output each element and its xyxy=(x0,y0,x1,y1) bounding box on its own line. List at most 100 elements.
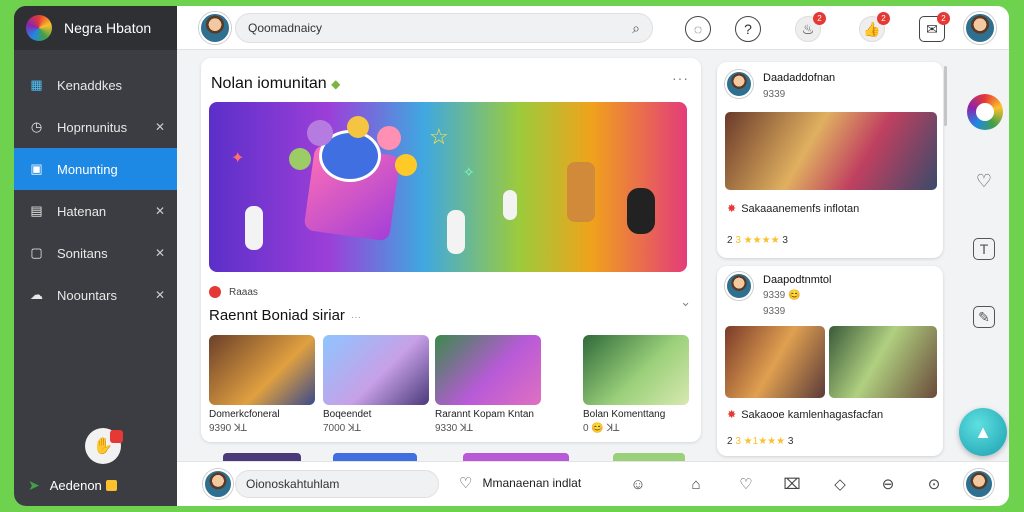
sidebar-item-label: Sonitans xyxy=(57,245,108,261)
notification-badge: 2 xyxy=(813,12,826,25)
thumbnail-image xyxy=(209,335,315,405)
card-meta: 9339 😊 xyxy=(763,290,801,301)
calendar-icon: ▣ xyxy=(30,161,43,176)
sidebar-item-hatenan[interactable]: ▤ Hatenan ✕ xyxy=(14,190,177,232)
thumbnail-item[interactable]: Rarannt Kopam Kntan 9330 ꓘꓕ xyxy=(435,335,541,434)
notification-badge: 2 xyxy=(937,12,950,25)
sidebar-user[interactable]: ➤ Aedenon xyxy=(28,477,117,494)
thumbnail-meta: 0 😊 ꓘꓕ xyxy=(583,423,620,434)
avatar[interactable] xyxy=(725,272,753,300)
image-icon: ▦ xyxy=(30,77,43,92)
sidebar-item-kenaddkes[interactable]: ▦ Kenaddkes xyxy=(14,64,177,106)
search-input[interactable]: Qoomadnaicy ⌕ xyxy=(235,13,653,43)
bottom-bar: Oionoskahtuhlam ♡ Mmanaenan indlat ☺ ⌂ ♡ … xyxy=(177,461,1009,506)
thumbnail-caption: Boqeendet xyxy=(323,409,372,420)
more-options-icon[interactable]: ··· xyxy=(672,70,689,86)
thumbnail-item[interactable]: Domerkcfoneral 9390 ꓘꓕ xyxy=(209,335,315,434)
chevron-down-icon[interactable]: ⌄ xyxy=(680,294,691,310)
flame-icon[interactable]: ♨ 2 xyxy=(795,12,826,42)
app-logo-icon[interactable] xyxy=(967,94,1003,130)
thumbnail-image xyxy=(583,335,689,405)
post-card[interactable]: Daapodtnmtol 9339 😊 9339 ✸ Sakaooe kamlen… xyxy=(717,266,943,456)
card-image xyxy=(725,112,937,190)
sidebar-footer: ✋ ➤ Aedenon xyxy=(14,416,177,506)
leaf-icon: ➤ xyxy=(28,477,40,493)
cloud-icon: ☁ xyxy=(30,287,43,302)
sticker-icon[interactable]: ☺ xyxy=(627,473,649,495)
notification-dot xyxy=(110,430,123,443)
text-icon[interactable]: T xyxy=(973,238,995,260)
heart-icon[interactable]: ♡ xyxy=(735,473,757,495)
post-author[interactable]: Raaas xyxy=(209,286,258,298)
card-rating: 2 3 ★1★★★ 3 xyxy=(727,436,794,447)
sidebar-item-hoprnunitus[interactable]: ◷ Hoprnunitus ✕ xyxy=(14,106,177,148)
close-icon[interactable]: ✕ xyxy=(155,120,165,134)
square-icon: ▢ xyxy=(30,245,43,260)
avatar[interactable] xyxy=(725,70,753,98)
card-author-name: Daadaddofnan xyxy=(763,72,836,84)
message-icon[interactable]: ✉ 2 xyxy=(919,12,950,42)
thumbnail-list: Domerkcfoneral 9390 ꓘꓕ Boqeendet 7000 ꓘꓕ… xyxy=(209,335,689,434)
plus-icon: ▲ xyxy=(974,421,992,442)
thumbnail-meta: 7000 ꓘꓕ xyxy=(323,423,361,434)
feed-title: Nolan iomunitan ◆ xyxy=(211,75,341,92)
search-text: Qoomadnaicy xyxy=(248,21,323,35)
thumbs-up-icon[interactable]: 👍 2 xyxy=(859,12,890,42)
heart-icon[interactable]: ♡ xyxy=(973,170,995,192)
home-icon[interactable]: ⌂ xyxy=(685,473,707,495)
edit-icon[interactable]: ✎ xyxy=(973,306,995,328)
support-icon[interactable]: ✋ xyxy=(85,428,123,464)
card-image xyxy=(725,326,825,398)
star-icon: ☆ xyxy=(429,124,449,149)
star-rating-icon: 3 ★★★★ xyxy=(735,235,780,246)
brand-header[interactable]: Negra Hbaton xyxy=(14,6,177,50)
camera-icon[interactable]: ⌧ xyxy=(781,473,803,495)
pin-icon: ✸ xyxy=(727,203,737,215)
scrollbar[interactable] xyxy=(944,66,947,126)
author-avatar-icon xyxy=(209,286,221,298)
search-icon[interactable]: ⌕ xyxy=(632,20,640,37)
notification-badge: 2 xyxy=(877,12,890,25)
hero-banner-image[interactable]: ☆ ✦ ✧ xyxy=(209,102,687,272)
sidebar-item-monunting[interactable]: ▣ Monunting xyxy=(14,148,177,190)
emoji-icon: ◆ xyxy=(331,77,341,91)
thumbnail-caption: Domerkcfoneral xyxy=(209,409,280,420)
star-rating-icon: 3 ★1★★★ xyxy=(735,436,786,447)
close-icon[interactable]: ✕ xyxy=(155,246,165,260)
card-author-name: Daapodtnmtol xyxy=(763,274,832,286)
profile-icon[interactable]: ⊙ xyxy=(923,473,945,495)
card-image xyxy=(829,326,937,398)
thumbnail-item[interactable]: Bolan Komenttang 0 😊 ꓘꓕ xyxy=(583,335,689,434)
user-badge-icon xyxy=(105,480,117,491)
avatar[interactable] xyxy=(964,469,994,499)
close-icon[interactable]: ✕ xyxy=(155,288,165,302)
card-rating: 2 3 ★★★★ 3 xyxy=(727,235,788,246)
sidebar-item-label: Hoprnunitus xyxy=(57,119,128,135)
thumbnail-image xyxy=(323,335,429,405)
bottom-action[interactable]: ♡ Mmanaenan indlat xyxy=(459,474,581,492)
create-post-button[interactable]: ▲ xyxy=(959,408,1007,456)
post-card[interactable]: Daadaddofnan 9339 ✸ Sakaaanemenfs inflota… xyxy=(717,62,943,258)
thumbnail-meta: 9390 ꓘꓕ xyxy=(209,423,247,434)
sidebar-user-name: Aedenon xyxy=(49,478,102,493)
sidebar-nav: ▦ Kenaddkes ◷ Hoprnunitus ✕ ▣ Monunting … xyxy=(14,64,177,316)
location-icon[interactable]: ◇ xyxy=(829,473,851,495)
right-rail: ♡ T ✎ xyxy=(959,66,1009,446)
close-icon[interactable]: ✕ xyxy=(155,204,165,218)
thumbnail-item[interactable]: Boqeendet 7000 ꓘꓕ xyxy=(323,335,429,434)
avatar[interactable] xyxy=(203,469,233,499)
download-icon[interactable]: ⊖ xyxy=(877,473,899,495)
sidebar-item-sonitans[interactable]: ▢ Sonitans ✕ xyxy=(14,232,177,274)
comment-input[interactable]: Oionoskahtuhlam xyxy=(235,470,439,498)
next-post-preview xyxy=(209,453,689,461)
sidebar-item-label: Kenaddkes xyxy=(57,77,123,93)
avatar[interactable] xyxy=(199,12,231,44)
card-meta-secondary: 9339 xyxy=(763,306,786,317)
card-meta: 9339 xyxy=(763,89,786,100)
chat-icon[interactable]: ◌ xyxy=(685,16,711,42)
book-icon: ▤ xyxy=(30,203,43,218)
help-icon[interactable]: ? xyxy=(735,16,761,42)
sidebar-item-noountars[interactable]: ☁ Noountars ✕ xyxy=(14,274,177,316)
avatar[interactable] xyxy=(964,12,996,44)
card-title: ✸ Sakaooe kamlenhagasfacfan xyxy=(727,409,884,421)
